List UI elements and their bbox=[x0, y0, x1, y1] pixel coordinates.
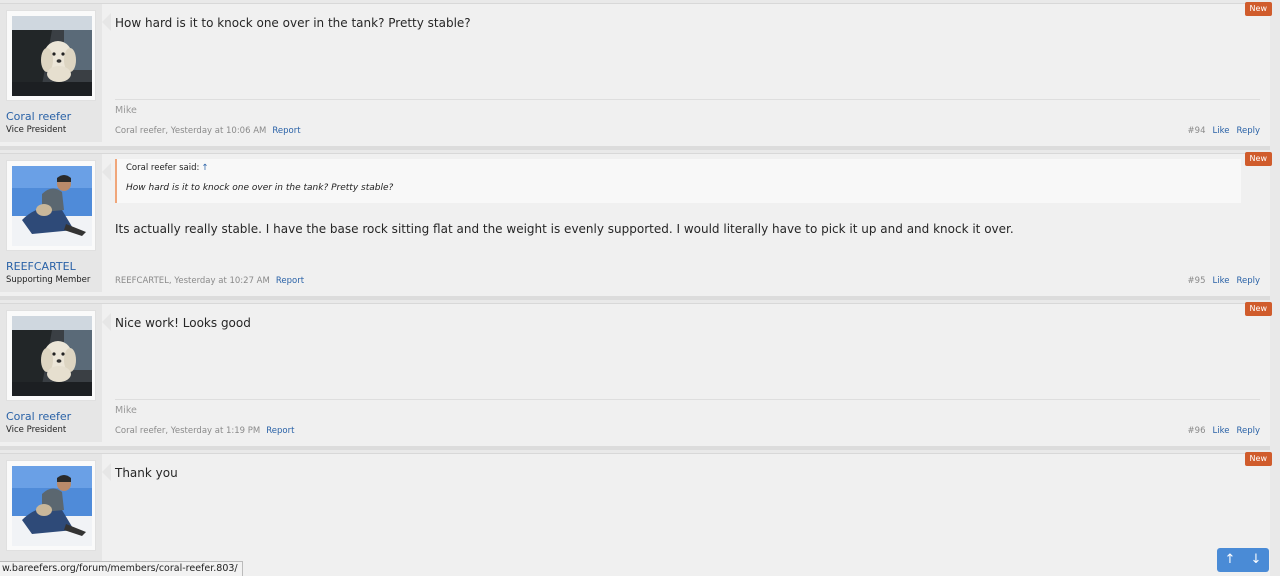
user-title: Vice President bbox=[6, 425, 67, 435]
author-link[interactable]: Coral reefer bbox=[115, 126, 165, 136]
like-button[interactable]: Like bbox=[1213, 276, 1230, 286]
report-link[interactable]: Report bbox=[272, 126, 300, 136]
post-number-link[interactable]: #96 bbox=[1188, 426, 1206, 436]
man-with-dog-avatar-icon bbox=[12, 466, 92, 546]
post-meta: Coral reefer, Yesterday at 10:06 AM Repor… bbox=[115, 126, 301, 136]
scroll-down-icon[interactable]: ↓ bbox=[1243, 548, 1269, 572]
author-link[interactable]: REEFCARTEL bbox=[115, 276, 169, 286]
report-link[interactable]: Report bbox=[266, 426, 294, 436]
username-link[interactable]: Coral reefer bbox=[6, 110, 71, 123]
signature-divider bbox=[115, 399, 1260, 400]
author-link[interactable]: Coral reefer bbox=[115, 426, 165, 436]
post-number-link[interactable]: #95 bbox=[1188, 276, 1206, 286]
post-97: Thank you New bbox=[0, 452, 1272, 576]
username-link[interactable]: Coral reefer bbox=[6, 410, 71, 423]
user-panel bbox=[0, 454, 102, 576]
user-title: Vice President bbox=[6, 125, 67, 135]
user-arrow bbox=[102, 313, 111, 331]
reply-button[interactable]: Reply bbox=[1236, 126, 1260, 136]
user-panel: Coral reefer Vice President bbox=[0, 4, 102, 142]
post-94: Coral reefer Vice President How hard is … bbox=[0, 2, 1272, 150]
report-link[interactable]: Report bbox=[276, 276, 304, 286]
post-controls: #95 Like Reply bbox=[1188, 276, 1260, 286]
post-meta: REEFCARTEL, Yesterday at 10:27 AM Report bbox=[115, 276, 304, 286]
new-badge: New bbox=[1244, 452, 1272, 466]
scroll-up-icon[interactable]: ↑ bbox=[1217, 548, 1243, 572]
like-button[interactable]: Like bbox=[1213, 426, 1230, 436]
signature: Mike bbox=[115, 105, 137, 116]
avatar[interactable] bbox=[6, 160, 96, 251]
post-message: Its actually really stable. I have the b… bbox=[115, 222, 1014, 236]
quote-text: How hard is it to knock one over in the … bbox=[126, 183, 394, 193]
post-95: REEFCARTEL Supporting Member Coral reefe… bbox=[0, 152, 1272, 300]
user-panel: REEFCARTEL Supporting Member bbox=[0, 154, 102, 292]
quote-jump-arrow-icon[interactable]: ↑ bbox=[201, 163, 208, 173]
reply-button[interactable]: Reply bbox=[1236, 276, 1260, 286]
new-badge: New bbox=[1244, 152, 1272, 166]
signature: Mike bbox=[115, 405, 137, 416]
quote-author: Coral reefer said: bbox=[126, 163, 200, 173]
user-arrow bbox=[102, 463, 111, 481]
post-number-link[interactable]: #94 bbox=[1188, 126, 1206, 136]
man-with-dog-avatar-icon bbox=[12, 166, 92, 246]
post-controls: #96 Like Reply bbox=[1188, 426, 1260, 436]
signature-divider bbox=[115, 99, 1260, 100]
like-button[interactable]: Like bbox=[1213, 126, 1230, 136]
avatar[interactable] bbox=[6, 460, 96, 551]
post-date[interactable]: Yesterday at 10:27 AM bbox=[174, 276, 270, 286]
avatar[interactable] bbox=[6, 10, 96, 101]
dog-in-car-avatar-icon bbox=[12, 316, 92, 396]
post-message: Nice work! Looks good bbox=[115, 316, 251, 330]
post-meta: Coral reefer, Yesterday at 1:19 PM Report bbox=[115, 426, 294, 436]
quote-cite: Coral reefer said: ↑ bbox=[126, 163, 208, 173]
post-date[interactable]: Yesterday at 1:19 PM bbox=[171, 426, 260, 436]
user-title: Supporting Member bbox=[6, 275, 91, 285]
user-arrow bbox=[102, 163, 111, 181]
reply-button[interactable]: Reply bbox=[1236, 426, 1260, 436]
scroll-buttons: ↑ ↓ bbox=[1217, 548, 1269, 572]
new-badge: New bbox=[1244, 302, 1272, 316]
post-date[interactable]: Yesterday at 10:06 AM bbox=[171, 126, 267, 136]
user-arrow bbox=[102, 13, 111, 31]
avatar[interactable] bbox=[6, 310, 96, 401]
user-panel: Coral reefer Vice President bbox=[0, 304, 102, 442]
post-message: How hard is it to knock one over in the … bbox=[115, 16, 471, 30]
post-96: Coral reefer Vice President Nice work! L… bbox=[0, 302, 1272, 450]
username-link[interactable]: REEFCARTEL bbox=[6, 260, 76, 273]
post-message: Thank you bbox=[115, 466, 178, 480]
post-controls: #94 Like Reply bbox=[1188, 126, 1260, 136]
status-bar-url: w.bareefers.org/forum/members/coral-reef… bbox=[0, 561, 243, 576]
dog-in-car-avatar-icon bbox=[12, 16, 92, 96]
quote-block: Coral reefer said: ↑ How hard is it to kn… bbox=[115, 159, 1241, 203]
new-badge: New bbox=[1244, 2, 1272, 16]
